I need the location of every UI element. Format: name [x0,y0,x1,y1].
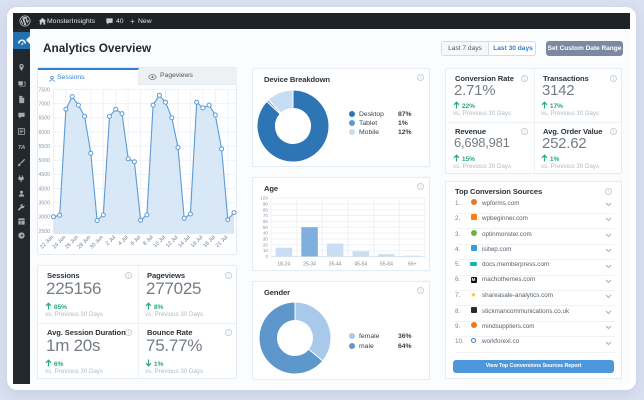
svg-text:4000: 4000 [38,186,50,192]
svg-text:3500: 3500 [38,201,50,207]
svg-text:18-24: 18-24 [277,262,290,268]
svg-text:14 Jul: 14 Jul [177,235,191,249]
svg-text:TA: TA [18,145,25,151]
svg-text:4 Jul: 4 Jul [117,235,129,247]
svg-text:12 Jul: 12 Jul [165,235,179,249]
svg-text:21 Jul: 21 Jul [215,235,229,249]
svg-text:80: 80 [263,207,269,212]
svg-text:5500: 5500 [38,144,50,150]
svg-text:6 Jul: 6 Jul [130,235,142,247]
svg-text:100: 100 [260,196,268,201]
svg-text:4500: 4500 [38,172,50,178]
svg-text:18 Jul: 18 Jul [202,235,216,249]
svg-text:65+: 65+ [408,262,417,268]
svg-text:10 Jul: 10 Jul [152,235,166,249]
svg-text:3000: 3000 [38,215,50,221]
svg-text:10: 10 [263,248,269,253]
svg-text:7500: 7500 [38,87,50,93]
svg-text:55-64: 55-64 [380,262,393,268]
svg-text:7000: 7000 [38,101,50,107]
svg-text:25-34: 25-34 [303,262,316,268]
svg-text:30: 30 [263,237,269,242]
svg-text:6000: 6000 [38,130,50,136]
svg-text:20: 20 [263,242,269,247]
svg-text:16 Jul: 16 Jul [190,235,204,249]
svg-text:35-44: 35-44 [329,262,342,268]
svg-text:5000: 5000 [38,158,50,164]
svg-text:60: 60 [263,219,269,224]
svg-text:2500: 2500 [38,229,50,235]
svg-text:2 Jul: 2 Jul [105,235,117,247]
svg-text:45-54: 45-54 [354,262,367,268]
svg-text:0: 0 [265,254,268,259]
svg-text:50: 50 [263,225,269,230]
svg-text:70: 70 [263,213,269,218]
svg-text:30 Jun: 30 Jun [89,235,105,251]
svg-text:6500: 6500 [38,116,50,122]
svg-text:40: 40 [263,231,269,236]
svg-text:90: 90 [263,202,269,207]
